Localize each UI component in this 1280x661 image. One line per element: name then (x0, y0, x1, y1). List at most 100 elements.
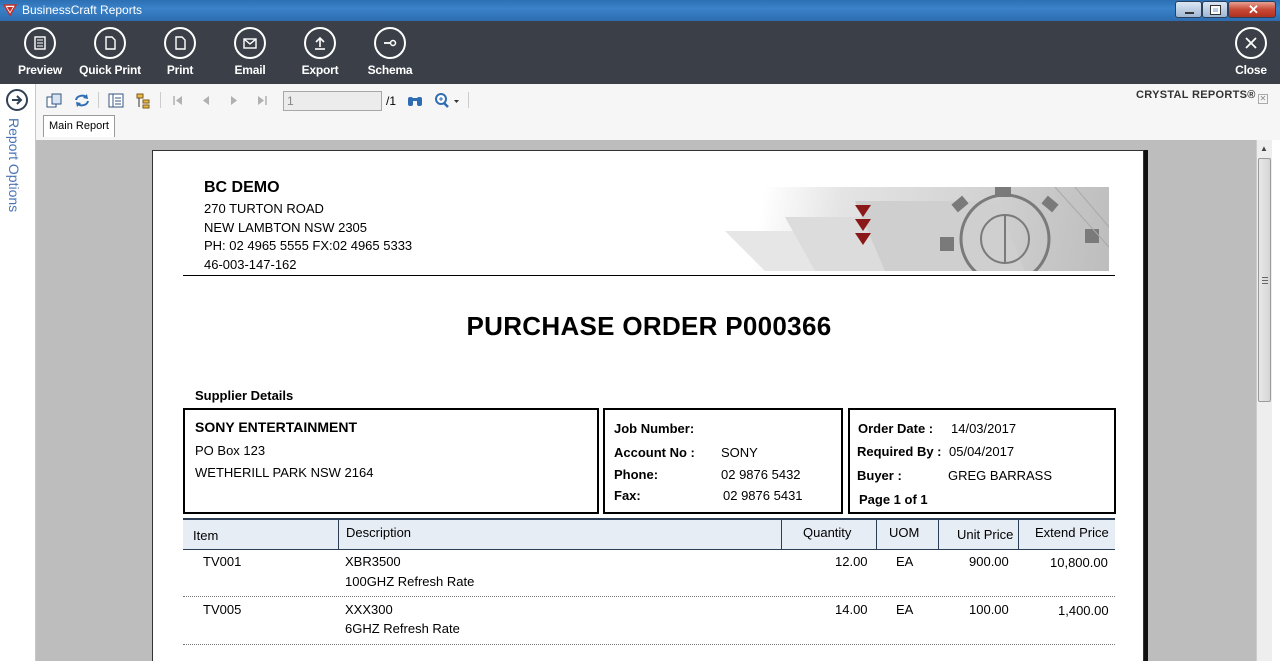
purchase-order-title: PURCHASE ORDER P000366 (466, 311, 832, 341)
order-date-label: Order Date : (858, 421, 934, 436)
close-label: Close (1235, 63, 1267, 77)
minimize-button[interactable] (1175, 1, 1202, 18)
report-options-label[interactable]: Report Options (6, 118, 22, 212)
title-bar: BusinessCraft Reports ✕ (0, 0, 1280, 21)
company-address-2: NEW LAMBTON NSW 2305 (204, 220, 368, 235)
schema-button[interactable]: Schema (355, 27, 425, 81)
items-table-header: Item Description Quantity UOM Unit Price… (183, 518, 1115, 550)
email-label: Email (234, 63, 266, 77)
vertical-scrollbar[interactable]: ▲ (1256, 140, 1272, 661)
preview-button[interactable]: Preview (5, 27, 75, 81)
supplier-name: SONY ENTERTAINMENT (195, 419, 358, 435)
phone-label: Phone: (614, 467, 659, 482)
supplier-address-2: WETHERILL PARK NSW 2164 (195, 465, 374, 480)
header-banner-image (725, 187, 1109, 271)
main-toolbar: Preview Quick Print Print Email Export S… (0, 21, 1280, 84)
column-uom: UOM (889, 525, 920, 540)
print-icon (175, 36, 186, 50)
quick-print-label: Quick Print (79, 63, 141, 77)
row-2-uom: EA (896, 602, 914, 617)
window-close-button[interactable]: ✕ (1228, 1, 1276, 18)
fax-label: Fax: (614, 488, 641, 503)
first-page-icon[interactable] (169, 92, 187, 109)
row-2-unit-price: 100.00 (969, 602, 1009, 617)
supplier-details-label: Supplier Details (195, 388, 294, 403)
required-by-label: Required By : (857, 444, 942, 459)
row-2-extend-price: 1,400.00 (1058, 603, 1109, 618)
row-2-item: TV005 (203, 602, 242, 617)
account-label: Account No : (614, 445, 695, 460)
row-1-description-2: 100GHZ Refresh Rate (345, 574, 475, 589)
company-address-1: 270 TURTON ROAD (204, 201, 324, 216)
previous-page-icon[interactable] (197, 92, 215, 109)
export-icon (315, 36, 325, 50)
report-options-panel: Report Options (0, 84, 36, 661)
scroll-up-icon[interactable]: ▲ (1260, 144, 1268, 153)
row-2-description-2: 6GHZ Refresh Rate (345, 621, 460, 636)
page-number-input[interactable]: 1 (283, 91, 382, 111)
column-extend-price: Extend Price (1035, 525, 1109, 540)
column-description: Description (346, 525, 412, 540)
find-binoculars-icon[interactable] (406, 92, 424, 109)
buyer-label: Buyer : (857, 468, 902, 483)
quick-print-icon (105, 36, 116, 50)
job-box: Job Number: Account No : SONY Phone: 02 … (603, 408, 843, 514)
expand-panel-button[interactable] (6, 89, 28, 111)
supplier-box: SONY ENTERTAINMENT PO Box 123 WETHERILL … (183, 408, 599, 514)
refresh-icon[interactable] (73, 92, 91, 109)
page-count: Page 1 of 1 (859, 492, 928, 507)
app-logo-icon (3, 4, 17, 17)
close-icon (1245, 37, 1257, 49)
export-label: Export (301, 63, 339, 77)
order-date-value: 14/03/2017 (951, 421, 1017, 436)
column-quantity: Quantity (803, 525, 852, 540)
required-by-value: 05/04/2017 (949, 444, 1015, 459)
account-value: SONY (721, 445, 758, 460)
zoom-dropdown-icon[interactable] (433, 92, 461, 109)
preview-label: Preview (18, 63, 62, 77)
row-1-description: XBR3500 (345, 554, 401, 569)
export-button[interactable]: Export (285, 27, 355, 81)
company-abn: 46-003-147-162 (204, 257, 297, 272)
row-1-uom: EA (896, 554, 914, 569)
report-canvas: BC DEMO 270 TURTON ROAD NEW LAMBTON NSW … (44, 140, 1256, 661)
preview-icon (34, 36, 46, 50)
supplier-address-1: PO Box 123 (195, 443, 266, 458)
next-page-icon[interactable] (225, 92, 243, 109)
row-2-description: XXX300 (345, 602, 393, 617)
report-page: BC DEMO 270 TURTON ROAD NEW LAMBTON NSW … (152, 150, 1144, 661)
column-unit-price: Unit Price (957, 527, 1014, 542)
crystal-reports-logo: CRYSTAL REPORTS® (1136, 89, 1256, 101)
row-2-quantity: 14.00 (835, 602, 868, 617)
last-page-icon[interactable] (253, 92, 271, 109)
maximize-button[interactable] (1202, 1, 1228, 18)
row-1-extend-price: 10,800.00 (1050, 555, 1108, 570)
print-button[interactable]: Print (145, 27, 215, 81)
print-label: Print (166, 63, 194, 77)
phone-value: 02 9876 5432 (721, 467, 801, 482)
window-title: BusinessCraft Reports (22, 3, 143, 17)
company-name: BC DEMO (204, 179, 280, 196)
toggle-panel-icon[interactable] (107, 92, 125, 109)
row-1-quantity: 12.00 (835, 554, 868, 569)
viewer-close-icon[interactable]: ✕ (1258, 94, 1268, 104)
page-total: /1 (386, 94, 397, 108)
company-phone-fax: PH: 02 4965 5555 FX:02 4965 5333 (204, 238, 413, 253)
order-box: Order Date : 14/03/2017 Required By : 05… (848, 408, 1116, 514)
job-number-label: Job Number: (614, 421, 695, 436)
schema-icon (384, 39, 397, 47)
quick-print-button[interactable]: Quick Print (75, 27, 145, 81)
close-button[interactable]: Close (1216, 27, 1280, 81)
viewer-toolbar: 1 /1 CRYSTAL REPORTS® ✕ Main Report (36, 84, 1280, 140)
fax-value: 02 9876 5431 (723, 488, 803, 503)
email-button[interactable]: Email (215, 27, 285, 81)
gear-banner-icon (725, 187, 1109, 271)
arrow-right-icon (12, 95, 23, 105)
schema-label: Schema (367, 63, 413, 77)
scrollbar-thumb[interactable] (1258, 158, 1271, 402)
tab-main-report[interactable]: Main Report (43, 115, 115, 137)
export-report-icon[interactable] (45, 92, 63, 109)
group-tree-icon[interactable] (135, 92, 153, 109)
row-1-item: TV001 (203, 554, 242, 569)
row-1-unit-price: 900.00 (969, 554, 1009, 569)
